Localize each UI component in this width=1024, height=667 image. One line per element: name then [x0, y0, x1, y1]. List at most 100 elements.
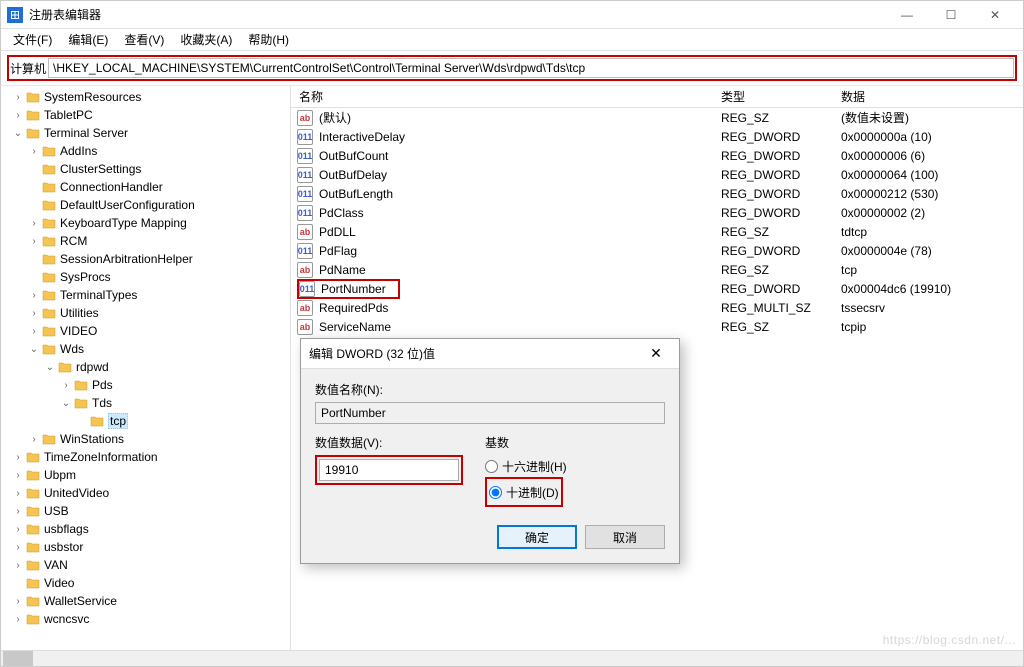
chevron-right-icon[interactable]: › — [27, 326, 41, 337]
value-row[interactable]: ab(默认)REG_SZ(数值未设置) — [291, 108, 1023, 127]
folder-icon — [25, 558, 41, 572]
chevron-right-icon[interactable]: › — [27, 236, 41, 247]
value-name-label: 数值名称(N): — [315, 381, 665, 398]
tree-node[interactable]: ›UnitedVideo — [3, 484, 290, 502]
value-row[interactable]: 011OutBufDelayREG_DWORD0x00000064 (100) — [291, 165, 1023, 184]
value-row[interactable]: abPdDLLREG_SZtdtcp — [291, 222, 1023, 241]
value-name: OutBufLength — [319, 187, 393, 201]
menu-file[interactable]: 文件(F) — [5, 29, 60, 51]
tree-node[interactable]: ›AddIns — [3, 142, 290, 160]
tree-node[interactable]: ›TimeZoneInformation — [3, 448, 290, 466]
value-name-input[interactable] — [315, 402, 665, 424]
close-button[interactable]: ✕ — [973, 1, 1017, 29]
tree-node[interactable]: ClusterSettings — [3, 160, 290, 178]
chevron-right-icon[interactable]: › — [11, 92, 25, 103]
column-name[interactable]: 名称 — [291, 88, 721, 105]
tree-node[interactable]: ›RCM — [3, 232, 290, 250]
tree-node[interactable]: ›VIDEO — [3, 322, 290, 340]
value-row[interactable]: 011PdFlagREG_DWORD0x0000004e (78) — [291, 241, 1023, 260]
tree-node[interactable]: ›TerminalTypes — [3, 286, 290, 304]
tree-node[interactable]: ›Ubpm — [3, 466, 290, 484]
addressbar-input[interactable] — [48, 58, 1014, 78]
radio-dec-input[interactable] — [489, 486, 502, 499]
value-name: PdDLL — [319, 225, 356, 239]
menu-help[interactable]: 帮助(H) — [240, 29, 297, 51]
tree-node[interactable]: ›usbflags — [3, 520, 290, 538]
value-row[interactable]: 011PortNumberREG_DWORD0x00004dc6 (19910) — [291, 279, 1023, 298]
menu-favorites[interactable]: 收藏夹(A) — [172, 29, 240, 51]
chevron-right-icon[interactable]: › — [11, 488, 25, 499]
radio-hex-input[interactable] — [485, 460, 498, 473]
value-type: REG_SZ — [721, 320, 841, 334]
ok-button[interactable]: 确定 — [497, 525, 577, 549]
value-row[interactable]: 011OutBufLengthREG_DWORD0x00000212 (530) — [291, 184, 1023, 203]
value-data: tcp — [841, 263, 1023, 277]
tree-node[interactable]: Video — [3, 574, 290, 592]
menu-view[interactable]: 查看(V) — [116, 29, 172, 51]
chevron-right-icon[interactable]: › — [11, 614, 25, 625]
registry-tree[interactable]: ›SystemResources›TabletPC⌄Terminal Serve… — [1, 86, 291, 650]
chevron-right-icon[interactable]: › — [27, 146, 41, 157]
menu-edit[interactable]: 编辑(E) — [60, 29, 116, 51]
chevron-right-icon[interactable]: › — [27, 290, 41, 301]
maximize-button[interactable]: ☐ — [929, 1, 973, 29]
dialog-close-button[interactable]: ✕ — [641, 345, 671, 362]
tree-node[interactable]: SessionArbitrationHelper — [3, 250, 290, 268]
value-name: RequiredPds — [319, 301, 388, 315]
tree-node[interactable]: ›WinStations — [3, 430, 290, 448]
tree-node[interactable]: ›SystemResources — [3, 88, 290, 106]
chevron-right-icon[interactable]: › — [11, 560, 25, 571]
value-row[interactable]: 011InteractiveDelayREG_DWORD0x0000000a (… — [291, 127, 1023, 146]
chevron-down-icon[interactable]: ⌄ — [27, 344, 41, 355]
window-titlebar: 注册表编辑器 — ☐ ✕ — [1, 1, 1023, 29]
chevron-right-icon[interactable]: › — [11, 596, 25, 607]
chevron-right-icon[interactable]: › — [11, 452, 25, 463]
chevron-right-icon[interactable]: › — [59, 380, 73, 391]
tree-node[interactable]: ⌄rdpwd — [3, 358, 290, 376]
tree-node[interactable]: ›KeyboardType Mapping — [3, 214, 290, 232]
minimize-button[interactable]: — — [885, 1, 929, 29]
chevron-right-icon[interactable]: › — [27, 308, 41, 319]
tree-node[interactable]: ›Pds — [3, 376, 290, 394]
cancel-button[interactable]: 取消 — [585, 525, 665, 549]
tree-node[interactable]: ›TabletPC — [3, 106, 290, 124]
tree-node[interactable]: DefaultUserConfiguration — [3, 196, 290, 214]
tree-node[interactable]: ›USB — [3, 502, 290, 520]
chevron-right-icon[interactable]: › — [27, 434, 41, 445]
chevron-right-icon[interactable]: › — [11, 542, 25, 553]
radio-hex[interactable]: 十六进制(H) — [485, 455, 665, 477]
tree-node[interactable]: ›VAN — [3, 556, 290, 574]
radio-dec[interactable]: 十进制(D) — [489, 481, 559, 503]
value-type: REG_DWORD — [721, 282, 841, 296]
string-value-icon: ab — [297, 110, 313, 126]
value-row[interactable]: 011OutBufCountREG_DWORD0x00000006 (6) — [291, 146, 1023, 165]
tree-node[interactable]: ›Utilities — [3, 304, 290, 322]
chevron-down-icon[interactable]: ⌄ — [59, 398, 73, 409]
value-row[interactable]: 011PdClassREG_DWORD0x00000002 (2) — [291, 203, 1023, 222]
chevron-down-icon[interactable]: ⌄ — [11, 128, 25, 139]
chevron-right-icon[interactable]: › — [27, 218, 41, 229]
chevron-right-icon[interactable]: › — [11, 470, 25, 481]
value-row[interactable]: abPdNameREG_SZtcp — [291, 260, 1023, 279]
tree-node[interactable]: ⌄Terminal Server — [3, 124, 290, 142]
tree-node[interactable]: tcp — [3, 412, 290, 430]
tree-node[interactable]: SysProcs — [3, 268, 290, 286]
tree-node[interactable]: ›usbstor — [3, 538, 290, 556]
tree-label: SessionArbitrationHelper — [60, 252, 193, 266]
column-data[interactable]: 数据 — [841, 88, 1023, 105]
tree-node[interactable]: ConnectionHandler — [3, 178, 290, 196]
value-row[interactable]: abServiceNameREG_SZtcpip — [291, 317, 1023, 336]
tree-node[interactable]: ›WalletService — [3, 592, 290, 610]
chevron-down-icon[interactable]: ⌄ — [43, 362, 57, 373]
chevron-right-icon[interactable]: › — [11, 110, 25, 121]
chevron-right-icon[interactable]: › — [11, 506, 25, 517]
column-type[interactable]: 类型 — [721, 88, 841, 105]
folder-icon — [41, 216, 57, 230]
chevron-right-icon[interactable]: › — [11, 524, 25, 535]
tree-node[interactable]: ›wcncsvc — [3, 610, 290, 628]
horizontal-scrollbar[interactable] — [1, 650, 1023, 666]
value-row[interactable]: abRequiredPdsREG_MULTI_SZtssecsrv — [291, 298, 1023, 317]
tree-node[interactable]: ⌄Wds — [3, 340, 290, 358]
tree-node[interactable]: ⌄Tds — [3, 394, 290, 412]
value-data-input[interactable] — [319, 459, 459, 481]
